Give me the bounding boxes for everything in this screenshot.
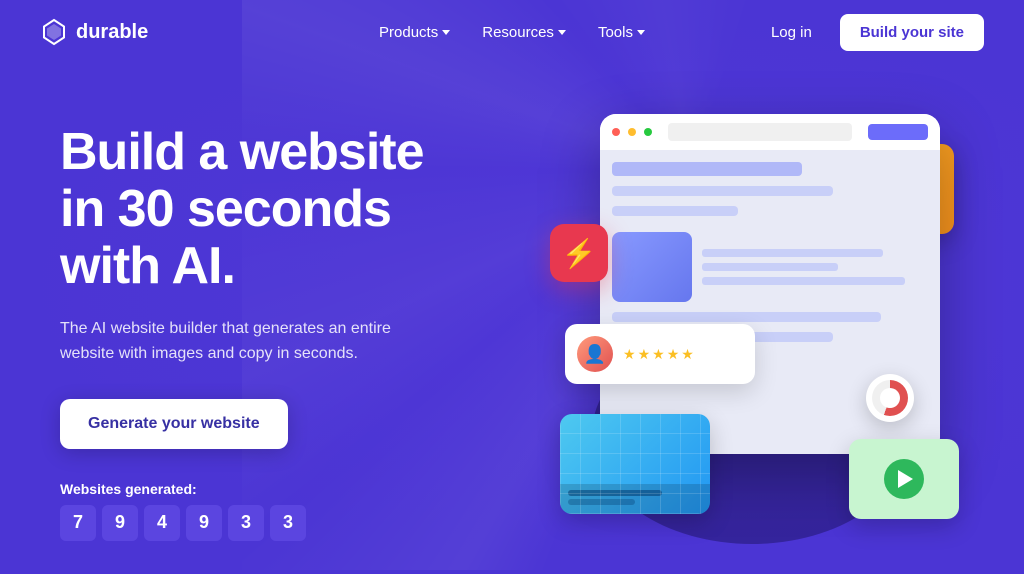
content-bar-3 — [612, 312, 881, 322]
browser-topbar — [600, 114, 940, 150]
main-content: Build a website in 30 seconds with AI. T… — [0, 64, 1024, 570]
nav-right: Log in Build your site — [759, 14, 984, 51]
digit-3: 9 — [186, 505, 222, 541]
build-site-button[interactable]: Build your site — [840, 14, 984, 51]
website-counter: Websites generated: 7 9 4 9 3 3 — [60, 481, 520, 541]
star-rating: ★ ★ ★ ★ ★ — [623, 346, 694, 363]
digit-2: 4 — [144, 505, 180, 541]
star-2: ★ — [638, 346, 651, 363]
text-line-1 — [702, 249, 883, 257]
digit-0: 7 — [60, 505, 96, 541]
reviewer-avatar: 👤 — [577, 336, 613, 372]
dial-card — [866, 374, 914, 422]
star-4: ★ — [667, 346, 680, 363]
dial-progress — [872, 380, 908, 416]
nav-products[interactable]: Products — [367, 16, 462, 49]
star-1: ★ — [623, 346, 636, 363]
star-3: ★ — [652, 346, 665, 363]
hero-title: Build a website in 30 seconds with AI. — [60, 124, 520, 296]
review-card: 👤 ★ ★ ★ ★ ★ — [565, 324, 755, 384]
digit-1: 9 — [102, 505, 138, 541]
text-line-2 — [702, 263, 838, 271]
browser-action-bar — [868, 124, 928, 140]
generate-website-button[interactable]: Generate your website — [60, 399, 288, 449]
content-header-placeholder — [612, 162, 802, 176]
dial-center — [880, 388, 900, 408]
content-bar-1 — [612, 186, 833, 196]
products-caret-icon — [442, 30, 450, 35]
text-line-3 — [702, 277, 905, 285]
star-5: ★ — [681, 346, 694, 363]
tools-caret-icon — [637, 30, 645, 35]
logo-icon — [40, 18, 68, 46]
browser-dot-red — [612, 128, 620, 136]
content-row-1 — [612, 232, 928, 302]
login-button[interactable]: Log in — [759, 16, 824, 49]
play-button[interactable] — [884, 459, 924, 499]
digit-4: 3 — [228, 505, 264, 541]
content-bar-2 — [612, 206, 738, 216]
video-play-card — [849, 439, 959, 519]
hero-illustration: ⚡ 🏔 👤 ★ ★ ★ ★ ★ — [540, 94, 964, 574]
navbar: durable Products Resources Tools Log in … — [0, 0, 1024, 64]
nav-tools[interactable]: Tools — [586, 16, 657, 49]
play-icon — [898, 470, 913, 488]
browser-dot-yellow — [628, 128, 636, 136]
nav-resources[interactable]: Resources — [470, 16, 578, 49]
content-image-placeholder — [612, 232, 692, 302]
digit-5: 3 — [270, 505, 306, 541]
lightning-icon: ⚡ — [562, 237, 597, 270]
resources-caret-icon — [558, 30, 566, 35]
browser-url-bar — [668, 123, 852, 141]
content-text-lines — [702, 232, 928, 302]
counter-digits: 7 9 4 9 3 3 — [60, 505, 520, 541]
hero-subtitle: The AI website builder that generates an… — [60, 316, 400, 367]
logo[interactable]: durable — [40, 18, 148, 46]
browser-dot-green — [644, 128, 652, 136]
counter-label: Websites generated: — [60, 481, 520, 497]
map-card — [560, 414, 710, 514]
hero-section: Build a website in 30 seconds with AI. T… — [60, 104, 520, 541]
map-grid — [560, 414, 710, 514]
brand-name: durable — [76, 21, 148, 44]
lightning-card: ⚡ — [550, 224, 608, 282]
nav-links: Products Resources Tools — [367, 16, 657, 49]
